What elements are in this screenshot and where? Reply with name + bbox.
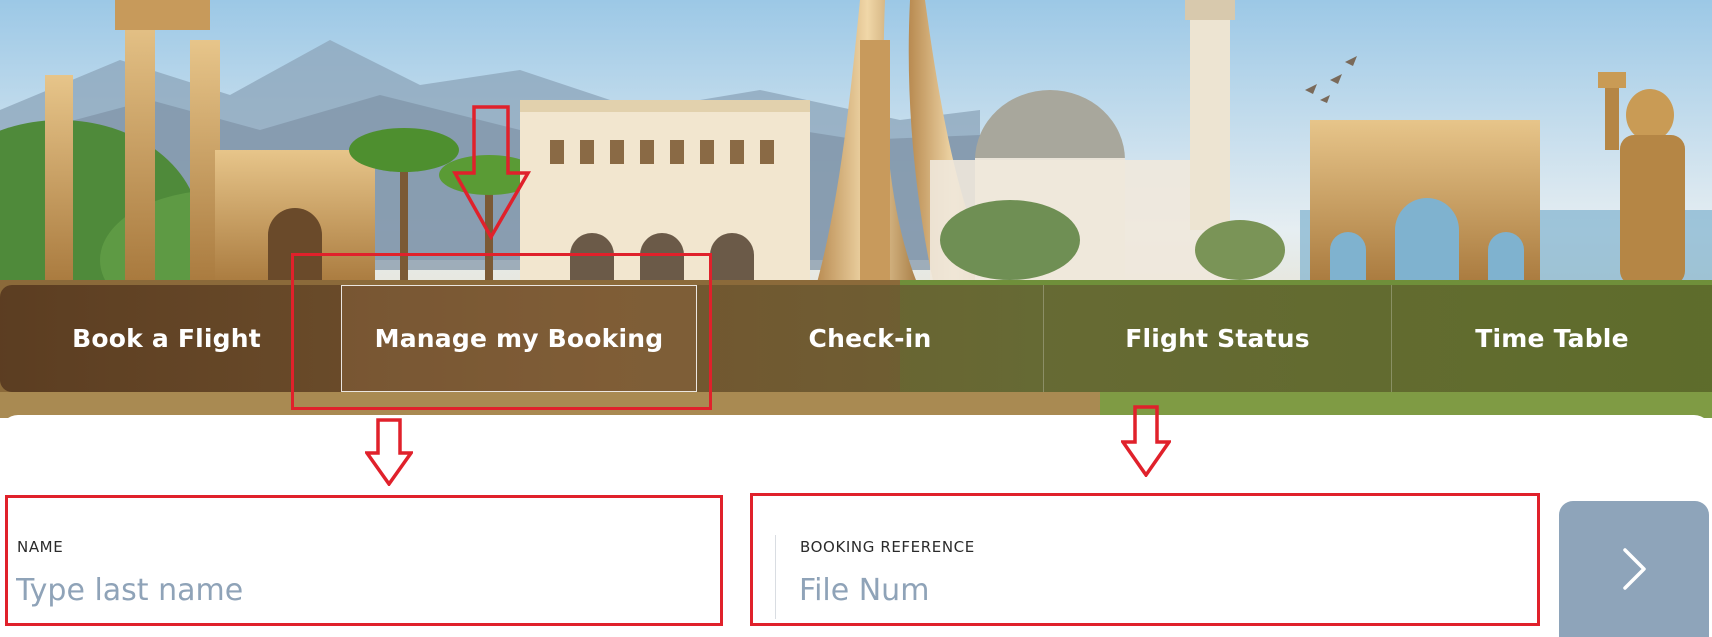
submit-button[interactable] bbox=[1559, 501, 1709, 637]
booking-tabs: Book a Flight Manage my Booking Check-in… bbox=[0, 285, 1712, 392]
annotation-arrow-down-icon bbox=[1121, 405, 1171, 477]
tab-book-a-flight[interactable]: Book a Flight bbox=[0, 285, 333, 392]
tab-time-table[interactable]: Time Table bbox=[1392, 285, 1712, 392]
tab-flight-status[interactable]: Flight Status bbox=[1044, 285, 1392, 392]
annotation-box-name bbox=[5, 495, 723, 626]
annotation-box-booking-reference bbox=[750, 493, 1540, 626]
annotation-arrow-down-icon bbox=[365, 418, 413, 486]
chevron-right-icon bbox=[1623, 548, 1646, 590]
annotation-arrow-down-icon bbox=[452, 105, 532, 240]
tab-check-in[interactable]: Check-in bbox=[697, 285, 1044, 392]
annotation-box-manage-booking bbox=[291, 253, 712, 410]
